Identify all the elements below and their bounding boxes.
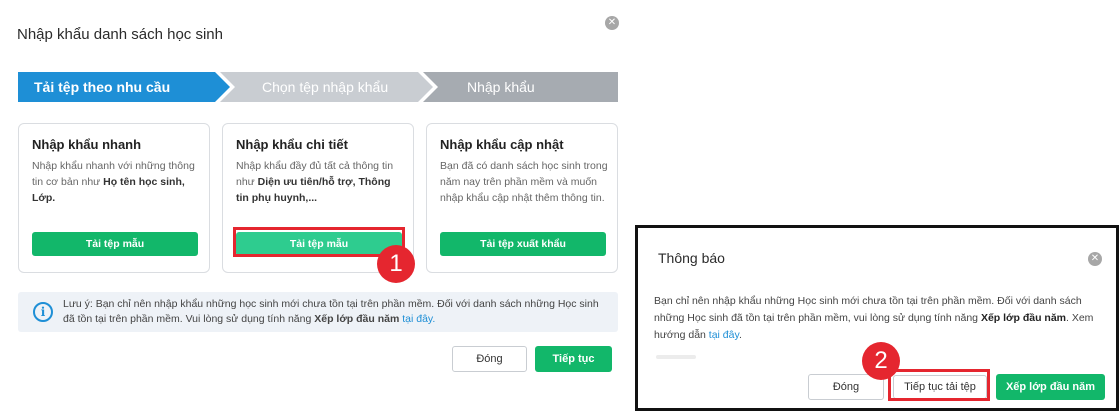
here-link[interactable]: tại đây. <box>402 313 435 325</box>
continue-button[interactable]: Tiếp tục <box>535 346 612 372</box>
download-template-button[interactable]: Tải tệp mẫu <box>32 232 198 256</box>
class-reorganize-button[interactable]: Xếp lớp đầu năm <box>996 374 1105 400</box>
close-button[interactable]: Đóng <box>452 346 527 372</box>
card-description: Nhập khẩu đầy đủ tất cả thông tin như Di… <box>236 160 394 204</box>
card-description: Nhập khẩu nhanh với những thông tin cơ b… <box>32 160 195 204</box>
notification-text: Bạn chỉ nên nhập khẩu những Học sinh mới… <box>654 295 1094 341</box>
close-icon[interactable]: ✕ <box>605 16 619 30</box>
dialog-title: Nhập khẩu danh sách học sinh <box>17 26 223 43</box>
note-text: Lưu ý: Bạn chỉ nên nhập khẩu những học s… <box>63 298 599 325</box>
close-icon[interactable]: ✕ <box>1088 252 1102 266</box>
faded-divider <box>656 355 696 359</box>
card-update-import: Nhập khẩu cập nhật Bạn đã có danh sách h… <box>426 123 618 273</box>
card-quick-import: Nhập khẩu nhanh Nhập khẩu nhanh với nhữn… <box>18 123 210 273</box>
card-title: Nhập khẩu chi tiết <box>236 137 348 152</box>
import-dialog: Nhập khẩu danh sách học sinh ✕ Chọn tệp … <box>0 0 633 412</box>
step-download-template[interactable]: Tải tệp theo nhu cầu <box>18 72 230 102</box>
import-stepper: Chọn tệp nhập khẩu Nhập khẩu Tải tệp the… <box>18 72 618 102</box>
step-choose-file[interactable]: Chọn tệp nhập khẩu <box>220 72 433 102</box>
download-export-file-button[interactable]: Tải tệp xuất khẩu <box>440 232 606 256</box>
step-badge-2: 2 <box>862 342 900 380</box>
step-badge-1: 1 <box>377 245 415 283</box>
note-box: i Lưu ý: Bạn chỉ nên nhập khẩu những học… <box>18 292 618 332</box>
card-title: Nhập khẩu nhanh <box>32 137 142 152</box>
notification-title: Thông báo <box>658 250 725 266</box>
step-import[interactable]: Nhập khẩu <box>423 72 618 102</box>
card-title: Nhập khẩu cập nhật <box>440 137 564 152</box>
card-description: Bạn đã có danh sách học sinh trong năm n… <box>440 160 608 204</box>
guide-link[interactable]: tại đây <box>709 329 739 341</box>
highlight-box-2 <box>888 369 990 401</box>
notification-dialog: Thông báo ✕ Bạn chỉ nên nhập khẩu những … <box>635 225 1119 411</box>
info-icon: i <box>33 302 53 322</box>
